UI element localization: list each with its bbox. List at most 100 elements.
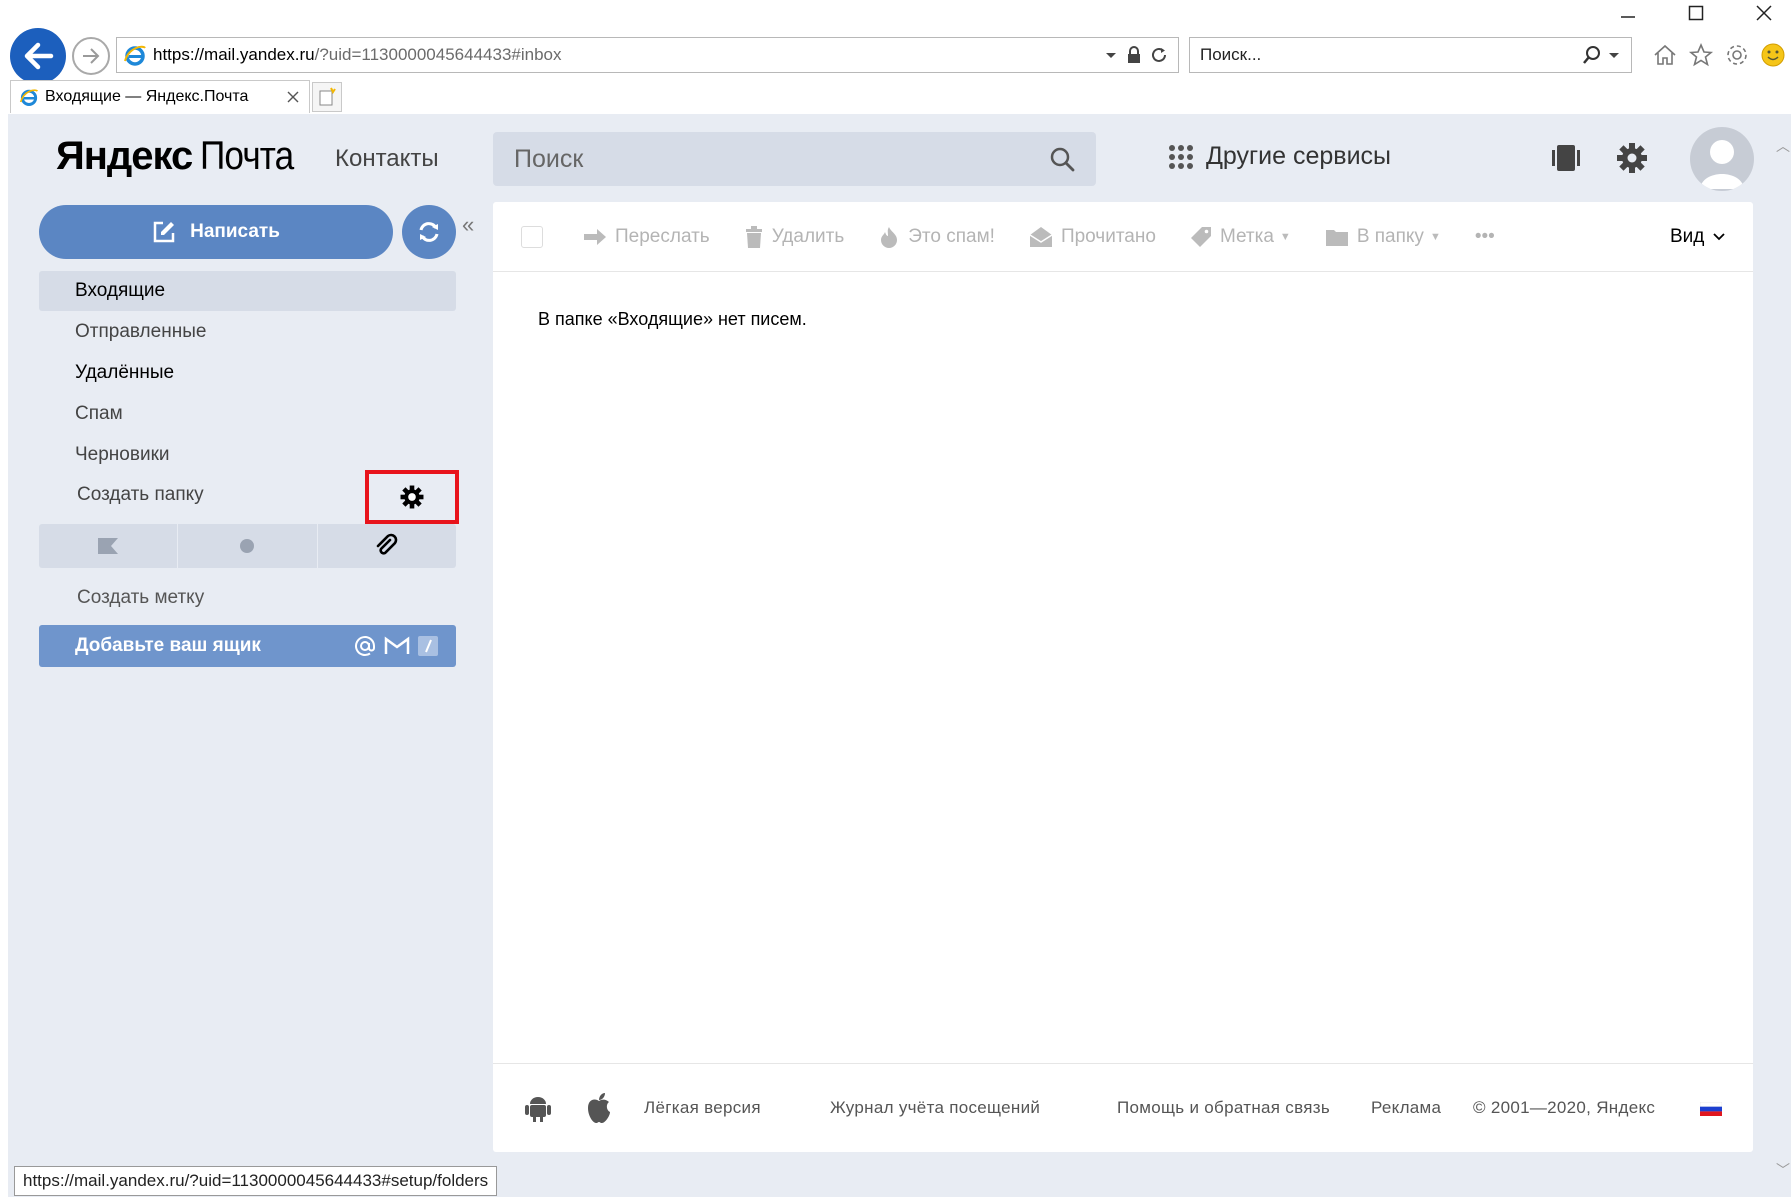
minimize-button[interactable] [1608, 2, 1648, 24]
folder-caret-icon: ▼ [1429, 230, 1441, 243]
forward-label: Переслать [615, 225, 710, 247]
browser-search-input[interactable]: Поиск... [1189, 37, 1632, 73]
collapse-sidebar-button[interactable]: « [462, 212, 474, 238]
empty-folder-message: В папке «Входящие» нет писем. [538, 309, 807, 329]
at-icon [355, 636, 375, 656]
paperclip-icon [376, 533, 398, 555]
maximize-button[interactable] [1676, 2, 1716, 24]
forward-button[interactable] [72, 37, 110, 75]
refresh-mail-button[interactable] [402, 205, 456, 259]
ads-link[interactable]: Реклама [1371, 1098, 1441, 1118]
visit-log-link[interactable]: Журнал учёта посещений [830, 1098, 1040, 1118]
tab-title: Входящие — Яндекс.Почта [45, 88, 249, 105]
light-version-link[interactable]: Лёгкая версия [644, 1098, 761, 1118]
new-tab-icon [319, 87, 336, 106]
star-icon [1688, 42, 1714, 67]
filter-attachments-button[interactable] [318, 524, 456, 568]
other-services-label: Другие сервисы [1206, 142, 1392, 170]
favorites-button[interactable] [1686, 40, 1716, 70]
slash-box-icon [418, 636, 438, 656]
arrow-left-icon [24, 42, 54, 70]
ios-app-link[interactable] [585, 1092, 613, 1124]
status-bar-url: https://mail.yandex.ru/?uid=113000004564… [14, 1166, 498, 1196]
language-flag-button[interactable] [1700, 1102, 1722, 1116]
compose-icon [153, 221, 175, 243]
filter-unread-button[interactable] [178, 524, 318, 568]
close-window-button[interactable] [1744, 2, 1784, 24]
chevron-down-icon [1713, 233, 1726, 241]
android-icon [525, 1097, 551, 1122]
spam-label: Это спам! [908, 225, 995, 247]
scroll-up-arrow[interactable]: ︿ [1776, 136, 1790, 156]
mail-search-input[interactable]: Поиск [493, 132, 1096, 186]
add-mailbox-label: Добавьте ваш ящик [75, 635, 261, 656]
more-actions-button[interactable]: ••• [1475, 226, 1495, 248]
address-bar[interactable]: https://mail.yandex.ru/?uid=113000004564… [116, 37, 1179, 73]
folder-sent[interactable]: Отправленные [39, 312, 456, 352]
themes-button[interactable] [1549, 141, 1583, 175]
view-label: Вид [1670, 226, 1705, 247]
delete-button[interactable]: Удалить [744, 225, 844, 248]
minimize-icon [1621, 16, 1635, 18]
back-button[interactable] [10, 28, 66, 84]
dropdown-arrow-icon[interactable] [1104, 48, 1118, 62]
settings-button[interactable] [1615, 141, 1649, 175]
filter-important-button[interactable] [39, 524, 179, 568]
folder-settings-button[interactable] [365, 470, 459, 524]
feedback-button[interactable] [1758, 40, 1788, 70]
mail-search-placeholder: Поиск [514, 144, 584, 173]
forward-button[interactable]: Переслать [583, 226, 710, 248]
home-icon [1654, 44, 1676, 65]
dot-icon [240, 539, 255, 553]
trash-icon [745, 225, 762, 248]
new-tab-button[interactable] [312, 82, 342, 112]
create-label-link[interactable]: Создать метку [77, 587, 204, 609]
russia-flag-icon [1700, 1102, 1722, 1116]
create-folder-link[interactable]: Создать папку [77, 484, 204, 506]
copyright: © 2001—2020, Яндекс [1473, 1098, 1656, 1117]
folder-deleted[interactable]: Удалённые [39, 353, 456, 393]
folder-spam[interactable]: Спам [39, 394, 456, 434]
home-button[interactable] [1650, 40, 1680, 70]
search-icon[interactable] [1581, 44, 1603, 66]
search-icon[interactable] [1048, 145, 1076, 173]
mark-read-label: Прочитано [1060, 225, 1156, 247]
contacts-link[interactable]: Контакты [335, 145, 439, 173]
avatar[interactable] [1690, 127, 1754, 191]
smiley-icon [1761, 43, 1785, 67]
forward-arrow-icon [584, 228, 606, 245]
help-feedback-link[interactable]: Помощь и обратная связь [1117, 1098, 1330, 1118]
logo-yandex-text: Яндекс [56, 134, 193, 178]
move-to-folder-button[interactable]: В папку ▼ [1325, 226, 1441, 248]
lock-icon[interactable] [1126, 46, 1142, 64]
label-button[interactable]: Метка ▼ [1190, 226, 1291, 248]
compose-button[interactable]: Написать [39, 205, 393, 259]
folder-icon [1325, 229, 1348, 246]
user-icon [1700, 140, 1744, 189]
tools-button[interactable] [1722, 40, 1752, 70]
quick-filters-bar [39, 524, 456, 568]
mark-read-button[interactable]: Прочитано [1029, 226, 1156, 248]
spam-button[interactable]: Это спам! [878, 226, 995, 248]
other-services-button[interactable]: Другие сервисы [1168, 142, 1391, 171]
logo-pochta-text: Почта [200, 134, 294, 178]
yandex-mail-logo[interactable]: Яндекс Почта [56, 134, 306, 180]
ie-icon [124, 45, 146, 66]
scroll-down-arrow[interactable]: ﹀ [1776, 1160, 1790, 1180]
folder-inbox[interactable]: Входящие [39, 271, 456, 311]
select-all-checkbox[interactable] [521, 225, 543, 248]
more-dots: ••• [1474, 225, 1495, 247]
search-dropdown-icon[interactable] [1607, 48, 1621, 62]
add-mailbox-button[interactable]: Добавьте ваш ящик [39, 625, 456, 667]
tab-inbox[interactable]: Входящие — Яндекс.Почта [10, 80, 310, 113]
android-app-link[interactable] [525, 1095, 551, 1123]
ie-icon [19, 89, 39, 106]
apple-icon [588, 1093, 610, 1123]
theme-icon [1552, 145, 1580, 171]
refresh-page-icon[interactable] [1150, 46, 1168, 64]
tag-icon [1190, 226, 1211, 247]
close-tab-icon[interactable] [287, 91, 299, 103]
view-options-button[interactable]: Вид [1670, 226, 1726, 248]
folder-drafts[interactable]: Черновики [39, 435, 456, 475]
apps-grid-icon [1169, 144, 1193, 169]
